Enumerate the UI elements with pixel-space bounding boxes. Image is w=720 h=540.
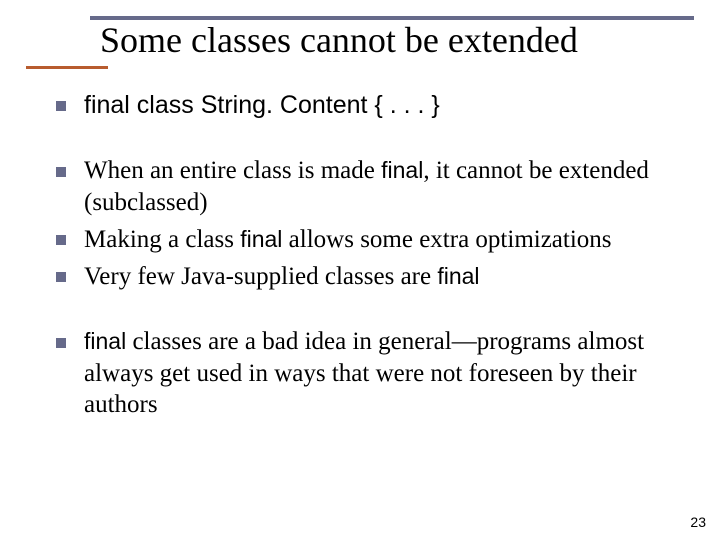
bullet-text: final <box>84 328 126 354</box>
bullet-text: final <box>240 226 282 252</box>
bullet-text: classes are a bad idea in general—progra… <box>84 328 644 418</box>
bullet-group-2: When an entire class is made final, it c… <box>50 155 680 292</box>
bullet-item: Very few Java-supplied classes are final <box>50 261 680 292</box>
bullet-group-1: final class String. Content { . . . } <box>50 90 680 121</box>
bullet-text: final <box>437 263 479 289</box>
page-number: 23 <box>690 514 706 530</box>
bullet-text: final <box>381 157 423 183</box>
bullet-item: final class String. Content { . . . } <box>50 90 680 121</box>
title-rule-bottom <box>26 66 108 69</box>
bullet-item: final classes are a bad idea in general—… <box>50 326 680 420</box>
bullet-item: When an entire class is made final, it c… <box>50 155 680 218</box>
bullet-text: When an entire class is made <box>84 157 381 184</box>
bullet-item: Making a class final allows some extra o… <box>50 224 680 255</box>
slide-body: final class String. Content { . . . } Wh… <box>50 90 680 426</box>
bullet-text: Very few Java-supplied classes are <box>84 263 437 290</box>
bullet-text: Making a class <box>84 226 240 253</box>
title-block: Some classes cannot be extended <box>26 16 694 69</box>
bullet-group-3: final classes are a bad idea in general—… <box>50 326 680 420</box>
bullet-text: allows some extra optimizations <box>282 226 611 253</box>
bullet-text: final class String. Content { . . . } <box>84 91 440 119</box>
slide-title: Some classes cannot be extended <box>100 22 694 60</box>
